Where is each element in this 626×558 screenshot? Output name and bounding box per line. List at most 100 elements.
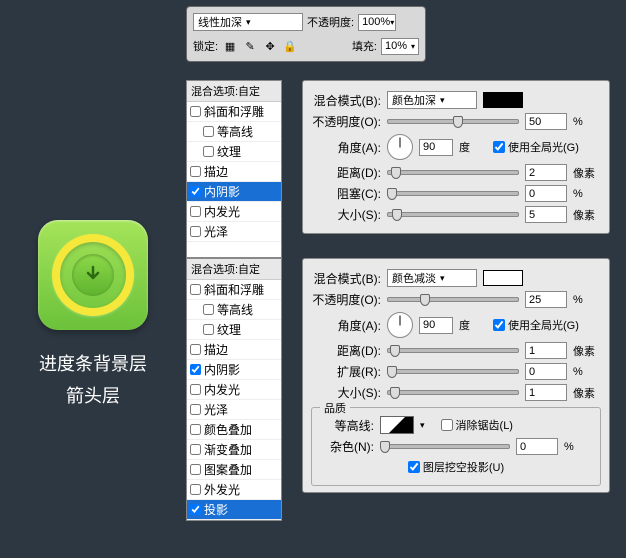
style-item-描边[interactable]: 描边 [187, 162, 281, 182]
unit-percent: % [573, 294, 601, 306]
fill-input[interactable]: 10% ▾ [381, 38, 419, 55]
inner-shadow-panel: 混合模式(B): 颜色加深 ▾ 不透明度(O): 50 % 角度(A): 90 … [302, 80, 610, 234]
style-label: 等高线 [217, 123, 253, 140]
size-input[interactable]: 1 [525, 384, 567, 401]
opacity-slider[interactable] [387, 115, 519, 129]
layer-label-progress-bg: 进度条背景层 [0, 350, 186, 376]
distance-slider[interactable] [387, 344, 519, 358]
style-checkbox[interactable] [190, 186, 201, 197]
style-item-纹理[interactable]: 纹理 [187, 142, 281, 162]
style-item-内发光[interactable]: 内发光 [187, 380, 281, 400]
style-item-描边[interactable]: 描边 [187, 340, 281, 360]
opacity-input[interactable]: 50 [525, 113, 567, 130]
contour-picker[interactable] [380, 416, 414, 434]
style-item-斜面和浮雕[interactable]: 斜面和浮雕 [187, 102, 281, 122]
icon-preview [38, 220, 148, 330]
style-checkbox[interactable] [190, 404, 201, 415]
style-checkbox[interactable] [190, 284, 201, 295]
style-checkbox[interactable] [190, 424, 201, 435]
style-checkbox[interactable] [203, 146, 214, 157]
angle-input[interactable]: 90 [419, 317, 453, 334]
style-item-外发光[interactable]: 外发光 [187, 480, 281, 500]
choke-input[interactable]: 0 [525, 185, 567, 202]
style-item-斜面和浮雕[interactable]: 斜面和浮雕 [187, 280, 281, 300]
distance-input[interactable]: 1 [525, 342, 567, 359]
size-input[interactable]: 5 [525, 206, 567, 223]
style-item-内发光[interactable]: 内发光 [187, 202, 281, 222]
opacity-label: 不透明度: [307, 14, 354, 30]
style-checkbox[interactable] [190, 106, 201, 117]
style-checkbox[interactable] [190, 166, 201, 177]
unit-px: 像素 [573, 207, 601, 223]
style-label: 内阴影 [204, 361, 240, 378]
style-checkbox[interactable] [190, 484, 201, 495]
opacity-input[interactable]: 100% ▾ [358, 14, 396, 31]
style-label: 描边 [204, 341, 228, 358]
layer-knockout-checkbox[interactable]: 图层挖空投影(U) [408, 459, 504, 475]
angle-dial[interactable] [387, 312, 413, 338]
style-label: 纹理 [217, 143, 241, 160]
style-checkbox[interactable] [190, 464, 201, 475]
style-checkbox[interactable] [190, 364, 201, 375]
opacity-slider[interactable] [387, 293, 519, 307]
spread-label: 扩展(R): [311, 363, 381, 380]
chevron-down-icon[interactable]: ▾ [420, 420, 425, 431]
opacity-input[interactable]: 25 [525, 291, 567, 308]
style-label: 渐变叠加 [204, 441, 252, 458]
size-slider[interactable] [387, 208, 519, 222]
style-checkbox[interactable] [203, 324, 214, 335]
distance-input[interactable]: 2 [525, 164, 567, 181]
blend-mode-select[interactable]: 线性加深 ▾ [193, 13, 303, 31]
layer-label-arrow: 箭头层 [0, 382, 186, 408]
style-item-等高线[interactable]: 等高线 [187, 122, 281, 142]
angle-dial[interactable] [387, 134, 413, 160]
style-item-纹理[interactable]: 纹理 [187, 320, 281, 340]
style-checkbox[interactable] [203, 126, 214, 137]
use-global-light-checkbox[interactable]: 使用全局光(G) [493, 317, 579, 333]
list-header[interactable]: 混合选项:自定 [187, 81, 281, 102]
lock-image-icon[interactable]: ✎ [242, 38, 258, 54]
antialias-checkbox[interactable]: 消除锯齿(L) [441, 417, 513, 433]
color-swatch[interactable] [483, 92, 523, 108]
style-item-图案叠加[interactable]: 图案叠加 [187, 460, 281, 480]
size-label: 大小(S): [311, 384, 381, 401]
use-global-light-checkbox[interactable]: 使用全局光(G) [493, 139, 579, 155]
style-item-颜色叠加[interactable]: 颜色叠加 [187, 420, 281, 440]
blend-mode-select[interactable]: 颜色减淡 ▾ [387, 269, 477, 287]
list-header[interactable]: 混合选项:自定 [187, 259, 281, 280]
spread-slider[interactable] [387, 365, 519, 379]
style-item-内阴影[interactable]: 内阴影 [187, 360, 281, 380]
color-swatch[interactable] [483, 270, 523, 286]
style-checkbox[interactable] [190, 384, 201, 395]
style-item-光泽[interactable]: 光泽 [187, 400, 281, 420]
style-item-投影[interactable]: 投影 [187, 500, 281, 520]
blend-mode-select[interactable]: 颜色加深 ▾ [387, 91, 477, 109]
style-item-光泽[interactable]: 光泽 [187, 222, 281, 242]
lock-all-icon[interactable]: 🔒 [282, 38, 298, 54]
style-item-内阴影[interactable]: 内阴影 [187, 182, 281, 202]
blend-mode-value: 颜色加深 [392, 92, 436, 108]
distance-slider[interactable] [387, 166, 519, 180]
style-checkbox[interactable] [190, 344, 201, 355]
angle-input[interactable]: 90 [419, 139, 453, 156]
style-label: 内发光 [204, 381, 240, 398]
spread-input[interactable]: 0 [525, 363, 567, 380]
style-checkbox[interactable] [190, 444, 201, 455]
blend-mode-value: 线性加深 [198, 14, 242, 30]
style-checkbox[interactable] [203, 304, 214, 315]
noise-input[interactable]: 0 [516, 438, 558, 455]
distance-label: 距离(D): [311, 164, 381, 181]
style-item-渐变叠加[interactable]: 渐变叠加 [187, 440, 281, 460]
style-item-等高线[interactable]: 等高线 [187, 300, 281, 320]
noise-slider[interactable] [380, 440, 510, 454]
style-checkbox[interactable] [190, 226, 201, 237]
chevron-down-icon: ▾ [246, 17, 251, 28]
unit-deg: 度 [459, 139, 487, 155]
lock-transparent-icon[interactable]: ▦ [222, 38, 238, 54]
size-slider[interactable] [387, 386, 519, 400]
unit-percent: % [573, 188, 601, 200]
lock-position-icon[interactable]: ✥ [262, 38, 278, 54]
style-checkbox[interactable] [190, 504, 201, 515]
choke-slider[interactable] [387, 187, 519, 201]
style-checkbox[interactable] [190, 206, 201, 217]
